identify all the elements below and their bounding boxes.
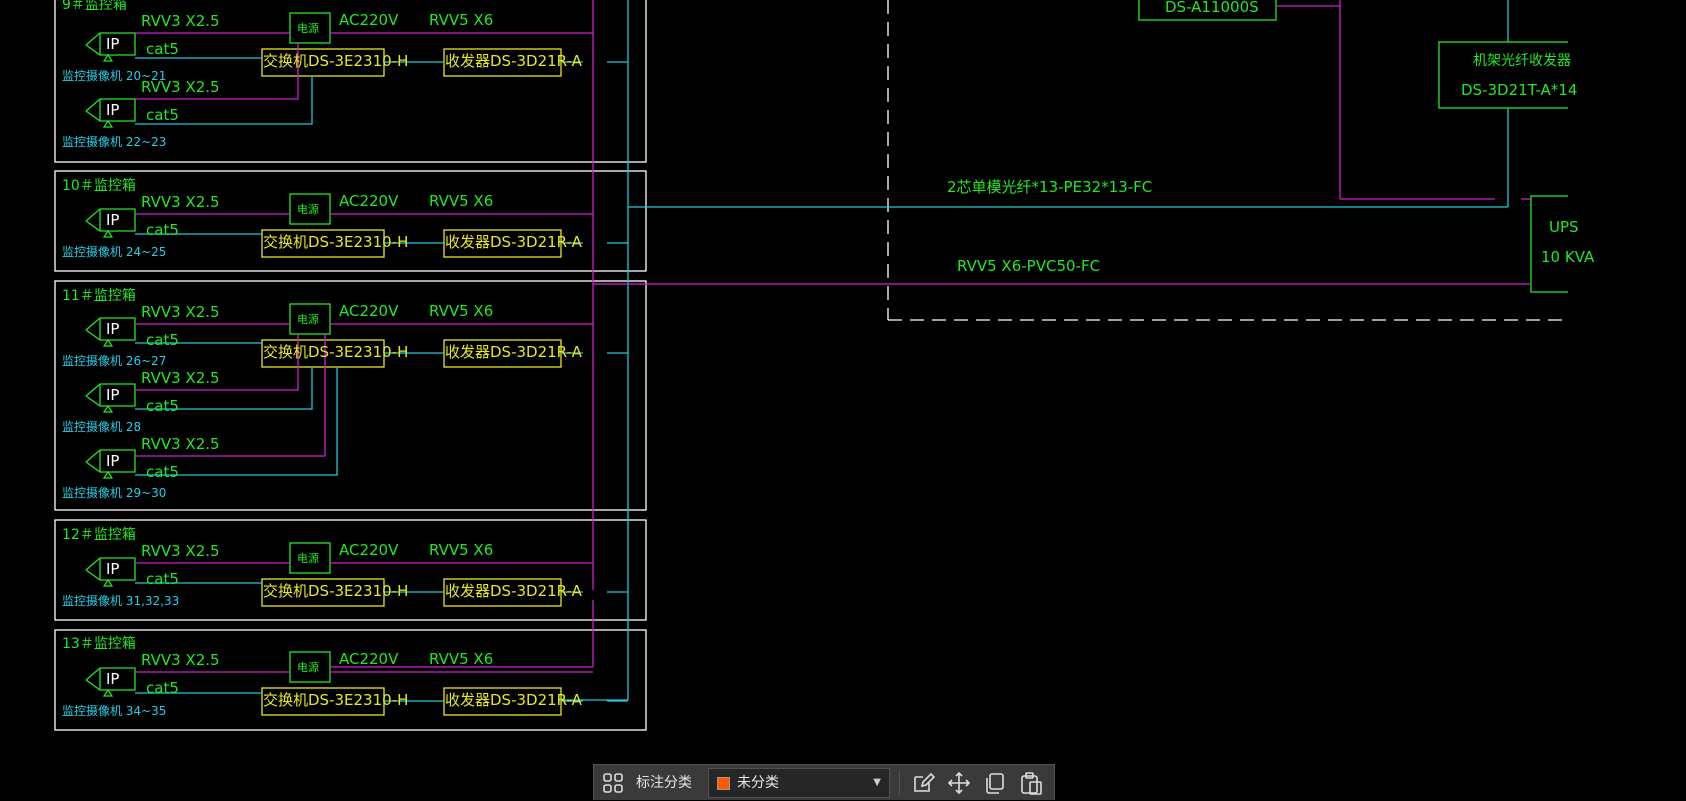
grid-icon[interactable] (598, 768, 628, 798)
category-color-swatch (717, 777, 730, 790)
ac-label: AC220V (339, 650, 399, 668)
cable-label: RVV5 X6 (429, 192, 494, 210)
cabinet-title: 11＃监控箱 (62, 288, 136, 304)
ups-label: UPS (1549, 218, 1579, 236)
camera-power-cable-label: RVV3 X2.5 (141, 542, 220, 560)
cable-label: RVV5 X6 (429, 650, 494, 668)
camera-data-cable-label: cat5 (146, 221, 179, 239)
camera-power-cable-label: RVV3 X2.5 (141, 193, 220, 211)
camera-ip-label: IP (106, 101, 120, 119)
switch-label: 交换机DS-3E2310-H (263, 343, 409, 361)
camera-ip-label: IP (106, 560, 120, 578)
power-label: 电源 (297, 313, 319, 326)
category-label: 标注分类 (636, 775, 692, 791)
ups-capacity: 10 KVA (1541, 248, 1595, 266)
cad-drawing-canvas[interactable] (0, 0, 1568, 744)
power-label: 电源 (297, 661, 319, 674)
edit-icon[interactable] (908, 768, 938, 798)
camera-caption: 监控摄像机 31,32,33 (62, 594, 180, 608)
camera-power-cable-label: RVV3 X2.5 (141, 78, 220, 96)
cabinet-title: 10＃监控箱 (62, 178, 136, 194)
paste-icon[interactable] (1016, 768, 1046, 798)
camera-data-cable-label: cat5 (146, 106, 179, 124)
rack-title: 机架光纤收发器 (1473, 53, 1571, 69)
camera-data-cable-label: cat5 (146, 570, 179, 588)
camera-data-cable-label: cat5 (146, 331, 179, 349)
transceiver-label: 收发器DS-3D21R-A (445, 233, 582, 251)
camera-mount-icon (102, 229, 114, 238)
cabinet-title: 9＃监控箱 (62, 0, 127, 13)
ups-box (1530, 195, 1568, 293)
switch-label: 交换机DS-3E2310-H (263, 52, 409, 70)
camera-power-cable-label: RVV3 X2.5 (141, 435, 220, 453)
annotation-toolbar: 标注分类 未分类 ▼ (593, 764, 1055, 800)
transceiver-label: 收发器DS-3D21R-A (445, 52, 582, 70)
camera-mount-icon (102, 338, 114, 347)
power-label: 电源 (297, 22, 319, 35)
switch-label: 交换机DS-3E2310-H (263, 233, 409, 251)
camera-ip-label: IP (106, 670, 120, 688)
ac-label: AC220V (339, 11, 399, 29)
toolbar-divider (899, 771, 900, 795)
camera-caption: 监控摄像机 34~35 (62, 704, 167, 718)
camera-mount-icon (102, 119, 114, 128)
category-dropdown[interactable]: 未分类 ▼ (708, 768, 890, 798)
power-label: 电源 (297, 552, 319, 565)
cable-label: RVV5 X6 (429, 302, 494, 320)
cabinet-title: 13＃监控箱 (62, 636, 136, 652)
camera-caption: 监控摄像机 28 (62, 420, 142, 434)
camera-ip-label: IP (106, 211, 120, 229)
ac-label: AC220V (339, 302, 399, 320)
switch-label: 交换机DS-3E2310-H (263, 691, 409, 709)
fiber-label: 2芯单模光纤*13-PE32*13-FC (947, 178, 1153, 196)
camera-data-cable-label: cat5 (146, 397, 179, 415)
camera-ip-label: IP (106, 35, 120, 53)
ac-label: AC220V (339, 192, 399, 210)
switch-label: 交换机DS-3E2310-H (263, 582, 409, 600)
camera-power-cable-label: RVV3 X2.5 (141, 369, 220, 387)
camera-power-cable-label: RVV3 X2.5 (141, 651, 220, 669)
camera-caption: 监控摄像机 24~25 (62, 245, 167, 259)
camera-caption: 监控摄像机 29~30 (62, 486, 167, 500)
camera-mount-icon (102, 53, 114, 62)
top-device-label: DS-A11000S (1165, 0, 1259, 16)
camera-power-cable-label: RVV3 X2.5 (141, 303, 220, 321)
rack-model: DS-3D21T-A*14 (1461, 81, 1578, 99)
camera-mount-icon (102, 470, 114, 479)
power-feed-label: RVV5 X6-PVC50-FC (957, 257, 1101, 275)
camera-data-cable-label: cat5 (146, 40, 179, 58)
cable-label: RVV5 X6 (429, 541, 494, 559)
camera-data-cable-label: cat5 (146, 463, 179, 481)
cabinet-title: 12＃监控箱 (62, 527, 136, 543)
ac-label: AC220V (339, 541, 399, 559)
chevron-down-icon: ▼ (873, 777, 881, 788)
camera-mount-icon (102, 404, 114, 413)
transceiver-label: 收发器DS-3D21R-A (445, 582, 582, 600)
camera-ip-label: IP (106, 452, 120, 470)
camera-caption: 监控摄像机 22~23 (62, 135, 167, 149)
camera-mount-icon (102, 578, 114, 587)
camera-data-cable-label: cat5 (146, 679, 179, 697)
copy-icon[interactable] (980, 768, 1010, 798)
cable-label: RVV5 X6 (429, 11, 494, 29)
camera-power-cable-label: RVV3 X2.5 (141, 12, 220, 30)
camera-mount-icon (102, 688, 114, 697)
camera-caption: 监控摄像机 26~27 (62, 354, 167, 368)
transceiver-label: 收发器DS-3D21R-A (445, 691, 582, 709)
transceiver-label: 收发器DS-3D21R-A (445, 343, 582, 361)
category-value: 未分类 (737, 775, 779, 791)
move-icon[interactable] (944, 768, 974, 798)
power-label: 电源 (297, 203, 319, 216)
camera-ip-label: IP (106, 320, 120, 338)
camera-ip-label: IP (106, 386, 120, 404)
